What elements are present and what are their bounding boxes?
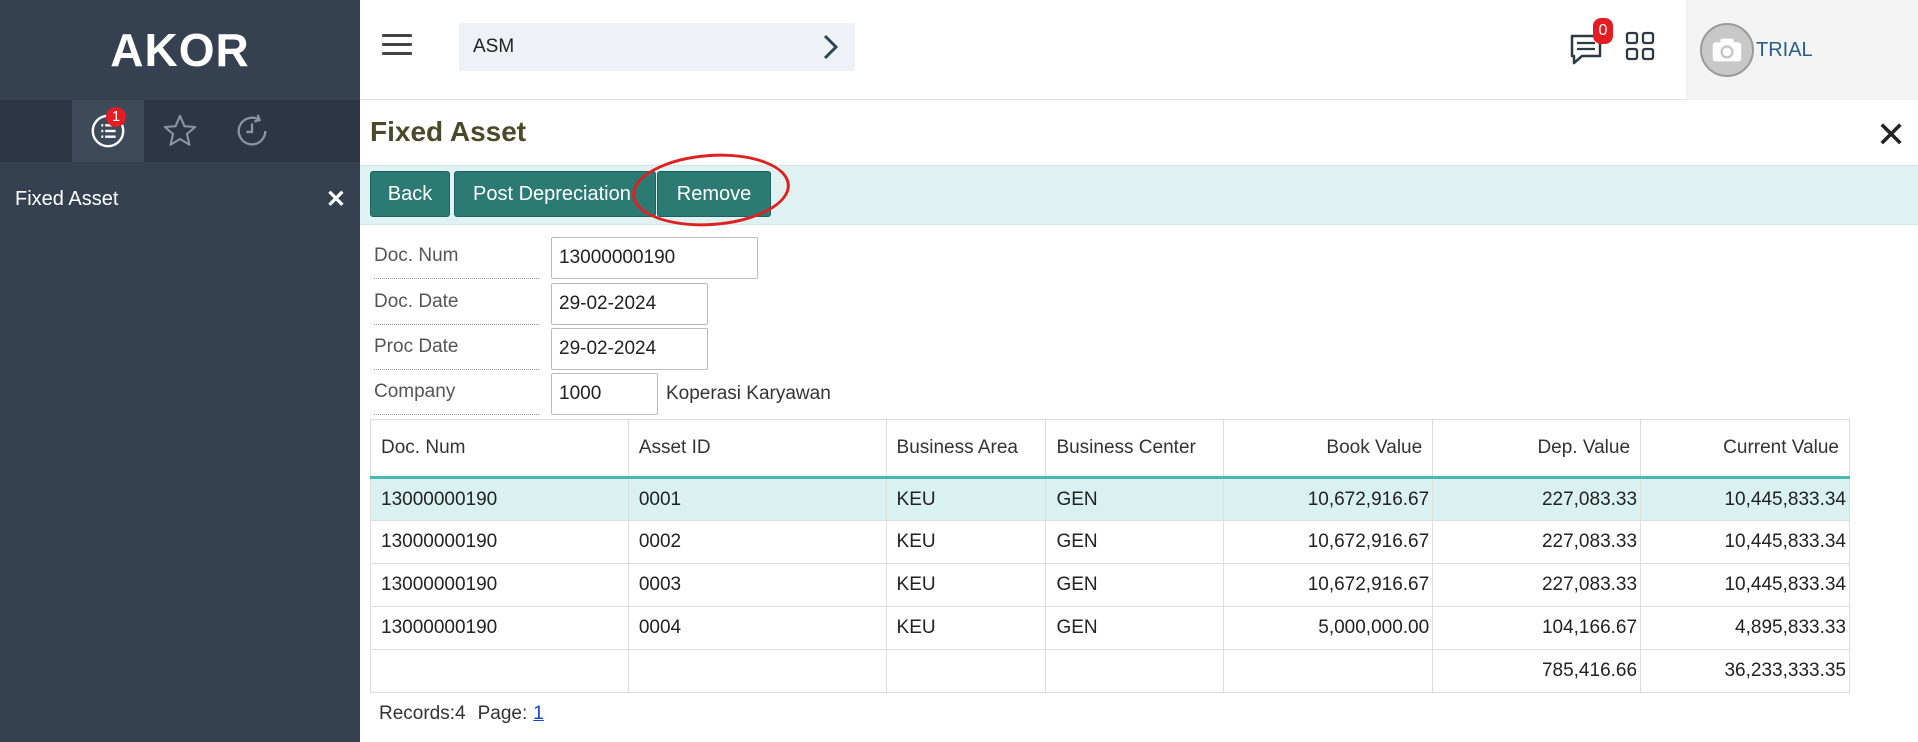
doc-date-row: Doc. Date 29-02-2024 (374, 283, 708, 325)
col-header-current-value[interactable]: Current Value (1640, 419, 1850, 479)
cell-business-center: GEN (1045, 563, 1225, 607)
tab-history[interactable] (216, 100, 288, 162)
asset-table: Doc. Num Asset ID Business Area Business… (370, 419, 1850, 693)
module-label: ASM (473, 36, 515, 57)
action-toolbar: Back Post Depreciation Remove (360, 165, 1918, 225)
main-content: Fixed Asset ✕ Back Post Depreciation Rem… (360, 101, 1918, 742)
table-row[interactable]: 13000000190 0003 KEU GEN 10,672,916.67 2… (370, 563, 1850, 607)
top-bar: ASM 0 TRIAL (360, 0, 1918, 100)
cell-book-value: 5,000,000.00 (1223, 606, 1434, 650)
pager: Records:4 Page: 1 (379, 703, 544, 725)
user-name: TRIAL (1756, 38, 1813, 61)
cell-business-area: KEU (885, 563, 1047, 607)
doc-date-label: Doc. Date (374, 283, 539, 325)
doc-num-row: Doc. Num 13000000190 (374, 237, 758, 279)
table-header-row: Doc. Num Asset ID Business Area Business… (370, 419, 1850, 479)
total-cell-empty (627, 649, 887, 693)
sidebar-tabs: 1 (0, 100, 360, 162)
sidebar-item-fixed-asset[interactable]: Fixed Asset ✕ (0, 162, 360, 236)
message-badge: 0 (1593, 18, 1613, 44)
col-header-asset-id[interactable]: Asset ID (627, 419, 887, 479)
cell-asset-id: 0004 (627, 606, 887, 650)
col-header-dep-value[interactable]: Dep. Value (1432, 419, 1642, 479)
total-cell-empty (370, 649, 629, 693)
tab-open-list[interactable]: 1 (72, 100, 144, 162)
cell-book-value: 10,672,916.67 (1223, 563, 1434, 607)
cell-current-value: 10,445,833.34 (1640, 477, 1850, 521)
module-selector[interactable]: ASM (459, 23, 855, 71)
apps-grid-icon[interactable] (1624, 30, 1656, 62)
page-title: Fixed Asset (370, 116, 527, 147)
cell-business-area: KEU (885, 606, 1047, 650)
company-field[interactable]: 1000 (551, 373, 658, 415)
proc-date-field[interactable]: 29-02-2024 (551, 328, 708, 370)
cell-current-value: 10,445,833.34 (1640, 520, 1850, 564)
company-name: Koperasi Karyawan (666, 383, 831, 404)
cell-business-center: GEN (1045, 606, 1225, 650)
doc-date-field[interactable]: 29-02-2024 (551, 283, 708, 325)
history-icon (237, 114, 267, 146)
cell-dep-value: 104,166.67 (1432, 606, 1642, 650)
cell-book-value: 10,672,916.67 (1223, 520, 1434, 564)
cell-business-center: GEN (1045, 520, 1225, 564)
table-row[interactable]: 13000000190 0001 KEU GEN 10,672,916.67 2… (370, 477, 1850, 521)
total-book-value (1223, 649, 1434, 693)
open-list-badge: 1 (106, 107, 126, 127)
cell-dep-value: 227,083.33 (1432, 520, 1642, 564)
cell-dep-value: 227,083.33 (1432, 477, 1642, 521)
cell-doc-num: 13000000190 (370, 477, 629, 521)
cell-book-value: 10,672,916.67 (1223, 477, 1434, 521)
tab-favorites[interactable] (144, 100, 216, 162)
cell-current-value: 4,895,833.33 (1640, 606, 1850, 650)
star-icon (163, 114, 197, 146)
table-row[interactable]: 13000000190 0002 KEU GEN 10,672,916.67 2… (370, 520, 1850, 564)
cell-business-area: KEU (885, 520, 1047, 564)
back-button[interactable]: Back (370, 171, 450, 217)
camera-avatar-icon (1700, 23, 1754, 77)
cell-doc-num: 13000000190 (370, 520, 629, 564)
total-cell-empty (885, 649, 1047, 693)
chevron-right-icon (823, 34, 839, 60)
proc-date-row: Proc Date 29-02-2024 (374, 328, 708, 370)
cell-asset-id: 0002 (627, 520, 887, 564)
cell-asset-id: 0003 (627, 563, 887, 607)
company-row: Company 1000 Koperasi Karyawan (374, 373, 831, 415)
col-header-business-area[interactable]: Business Area (885, 419, 1047, 479)
doc-num-label: Doc. Num (374, 237, 539, 279)
cell-current-value: 10,445,833.34 (1640, 563, 1850, 607)
page-link[interactable]: 1 (533, 703, 544, 724)
cell-asset-id: 0001 (627, 477, 887, 521)
table-row[interactable]: 13000000190 0004 KEU GEN 5,000,000.00 10… (370, 606, 1850, 650)
cell-dep-value: 227,083.33 (1432, 563, 1642, 607)
col-header-business-center[interactable]: Business Center (1045, 419, 1225, 479)
close-page-icon[interactable]: ✕ (1876, 117, 1906, 153)
menu-icon[interactable] (382, 34, 412, 60)
cell-doc-num: 13000000190 (370, 563, 629, 607)
post-depreciation-button[interactable]: Post Depreciation (454, 171, 656, 217)
company-label: Company (374, 373, 539, 415)
doc-num-field[interactable]: 13000000190 (551, 237, 758, 279)
page-label: Page: 1 (477, 703, 544, 724)
app-logo: AKOR (110, 24, 250, 76)
records-count: Records:4 (379, 703, 466, 724)
total-current-value: 36,233,333.35 (1640, 649, 1850, 693)
proc-date-label: Proc Date (374, 328, 539, 370)
total-dep-value: 785,416.66 (1432, 649, 1642, 693)
cell-business-center: GEN (1045, 477, 1225, 521)
sidebar: AKOR 1 Fixed Asset ✕ (0, 0, 360, 742)
close-tab-icon[interactable]: ✕ (326, 185, 346, 214)
cell-business-area: KEU (885, 477, 1047, 521)
user-menu[interactable]: TRIAL (1686, 0, 1918, 100)
total-cell-empty (1045, 649, 1225, 693)
cell-doc-num: 13000000190 (370, 606, 629, 650)
col-header-doc-num[interactable]: Doc. Num (370, 419, 629, 479)
table-totals-row: 785,416.66 36,233,333.35 (370, 649, 1850, 693)
sidebar-item-label: Fixed Asset (15, 187, 119, 210)
col-header-book-value[interactable]: Book Value (1223, 419, 1434, 479)
